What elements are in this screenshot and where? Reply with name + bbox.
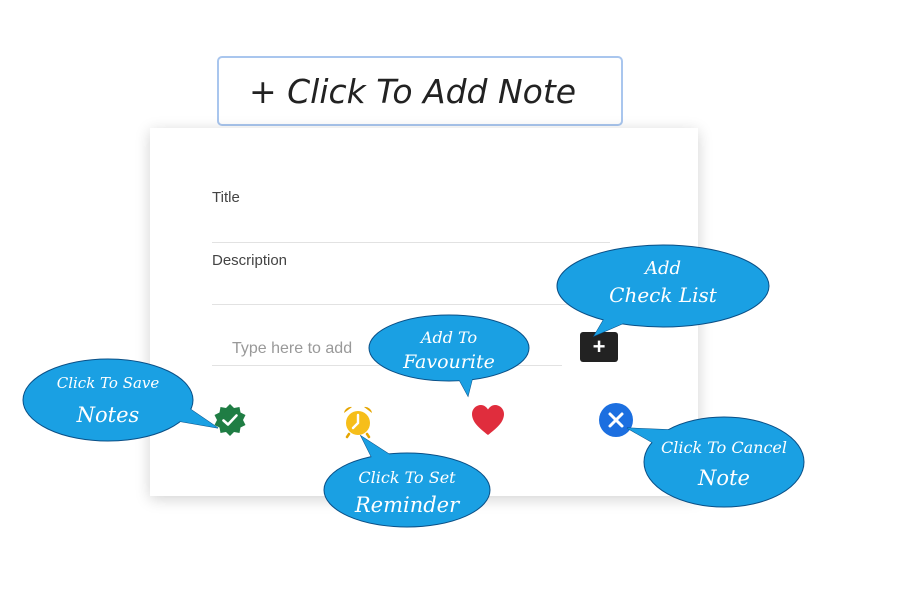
add-checklist-button[interactable]: + (580, 332, 618, 362)
callout-reminder: Click To Set Reminder (323, 434, 491, 528)
callout-line-1: Add (644, 258, 682, 279)
favourite-button[interactable] (470, 403, 506, 439)
callout-line-2: Check List (609, 283, 717, 307)
cancel-button[interactable] (598, 402, 634, 438)
description-underline (212, 304, 610, 305)
title-field[interactable]: Title (212, 189, 240, 206)
check-badge-icon (214, 404, 246, 436)
callout-line-2: Notes (76, 403, 140, 427)
callout-line-2: Favourite (403, 351, 495, 373)
alarm-clock-icon (344, 406, 372, 439)
add-note-button[interactable]: + Click To Add Note (217, 56, 623, 126)
heart-icon (472, 405, 504, 435)
title-underline (212, 242, 610, 243)
callout-line-2: Reminder (354, 493, 460, 517)
save-button[interactable] (212, 402, 248, 438)
close-circle-icon (599, 403, 633, 437)
description-field[interactable]: Description (212, 252, 287, 269)
callout-save: Click To Save Notes (22, 358, 219, 442)
speech-bubble-shape (22, 358, 219, 442)
reminder-button[interactable] (340, 403, 376, 439)
callout-line-1: Click To Set (358, 468, 456, 487)
speech-bubble-shape (626, 416, 805, 508)
callout-add-checklist: Add Check List (556, 244, 770, 338)
callout-line-1: Add To (420, 328, 478, 347)
callout-line-1: Click To Save (56, 374, 160, 392)
callout-favourite: Add To Favourite (368, 314, 530, 398)
callout-line-1: Click To Cancel (661, 438, 787, 457)
callout-line-2: Note (698, 466, 750, 490)
callout-cancel: Click To Cancel Note (626, 416, 805, 508)
